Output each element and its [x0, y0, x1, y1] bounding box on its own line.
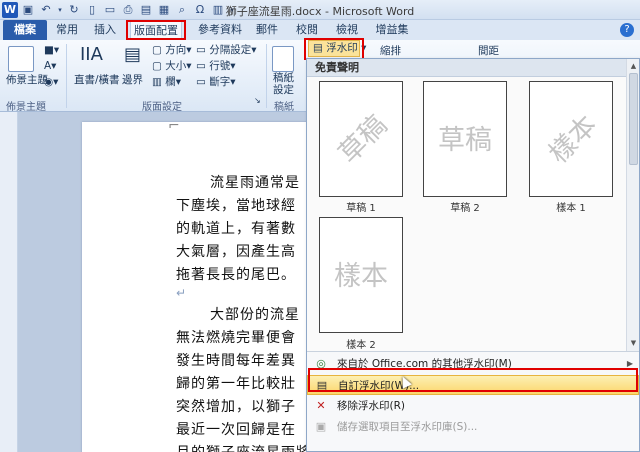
manuscript-group-label: 稿紙: [274, 102, 294, 113]
remove-watermark-icon: ✕: [316, 399, 326, 412]
remove-watermark-label: 移除浮水印(R): [337, 400, 405, 412]
doc-line[interactable]: 大部份的流星: [210, 304, 300, 328]
margin-corner-mark: ⌐: [168, 118, 180, 134]
watermark-draft-2[interactable]: 草稿: [423, 81, 507, 197]
save-gallery-icon: ▣: [315, 420, 327, 433]
more-watermarks-item[interactable]: ◎ 來自於 Office.com 的其他浮水印(M) ▶: [307, 354, 639, 374]
doc-line[interactable]: 大氣層，因產生高: [176, 241, 296, 265]
doc-line[interactable]: 拖著長長的尾巴。: [176, 264, 296, 288]
watermark-draft-2-label: 草稿 2: [450, 203, 480, 214]
themes-button-label[interactable]: 佈景主題: [6, 72, 48, 87]
watermark-sample-2-label: 樣本 2: [346, 340, 376, 351]
tab-view[interactable]: 檢視: [332, 20, 362, 40]
page-setup-group-label: 版面設定: [142, 102, 182, 113]
watermark-button[interactable]: ▤ 浮水印 ▾: [308, 40, 366, 57]
gallery-scrollbar[interactable]: ▲ ▼: [626, 59, 639, 351]
theme-fonts-icon[interactable]: A▾: [44, 60, 56, 72]
watermark-gallery-menu: 免責聲明 ▲ ▼ 草稿 草稿 1 草稿 草稿 2 樣本 樣本 1 樣本 樣本 2…: [306, 58, 640, 452]
watermark-draft-1[interactable]: 草稿: [319, 81, 403, 197]
scroll-down-icon[interactable]: ▼: [628, 338, 639, 349]
paragraph-mark-icon: ↵: [176, 286, 187, 300]
group-divider: [266, 44, 267, 108]
watermark-sample-1[interactable]: 樣本: [529, 81, 613, 197]
columns-button[interactable]: ▥ 欄▾: [152, 74, 181, 89]
scroll-up-icon[interactable]: ▲: [628, 61, 639, 72]
indent-label: 縮排: [380, 45, 401, 57]
hyphenation-label: 斷字: [209, 76, 231, 88]
margins-icon[interactable]: ▤: [124, 44, 141, 65]
doc-line[interactable]: 發生時間每年差異: [176, 350, 296, 374]
window-title: 獅子座流星雨.docx - Microsoft Word: [225, 5, 415, 18]
theme-colors-icon[interactable]: ■▾: [44, 44, 59, 56]
gallery-category-header: 免責聲明: [307, 59, 627, 77]
vertical-ruler: [0, 112, 18, 452]
hyphenation-button[interactable]: ▭ 斷字▾: [196, 74, 236, 89]
ribbon-tabs: 檔案 常用 插入 版面配置 參考資料 郵件 校閱 檢視 增益集 ?: [0, 20, 640, 40]
custom-watermark-item[interactable]: ▤ 自訂浮水印(W)...: [307, 375, 639, 395]
tab-review[interactable]: 校閱: [292, 20, 322, 40]
watermark-preview-text: 樣本: [543, 109, 604, 170]
line-numbers-label: 行號: [209, 60, 231, 72]
watermark-preview-text: 樣本: [334, 261, 388, 292]
watermark-label: 浮水印: [326, 42, 358, 54]
globe-icon: ◎: [316, 357, 326, 370]
doc-line[interactable]: 最近一次回歸是在: [176, 419, 296, 443]
watermark-sample-1-label: 樣本 1: [556, 203, 586, 214]
scroll-thumb[interactable]: [629, 73, 638, 165]
columns-label: 欄: [165, 76, 176, 88]
watermark-draft-1-label: 草稿 1: [346, 203, 376, 214]
themes-group-label: 佈景主題: [6, 102, 46, 113]
doc-line[interactable]: 無法燃燒完畢便會: [176, 327, 296, 351]
dialog-launcher-icon[interactable]: ↘: [254, 96, 261, 105]
size-button[interactable]: ▢ 大小▾: [152, 58, 192, 73]
watermark-preview-text: 草稿: [333, 109, 394, 170]
text-direction-label[interactable]: 直書/橫書: [74, 72, 120, 87]
doc-line[interactable]: 歸的第一年比較壯: [176, 373, 296, 397]
doc-line[interactable]: 突然增加，以獅子: [176, 396, 296, 420]
group-divider: [66, 44, 67, 108]
title-bar: W ▣ ↶ ▾ ↻ ▯ ▭ ⎙ ▤ ▦ ⌕ Ω ▥ ▾ 獅子座流星雨.docx …: [0, 0, 640, 20]
themes-icon[interactable]: [8, 46, 34, 72]
tab-home[interactable]: 常用: [52, 20, 82, 40]
margins-label[interactable]: 邊界: [122, 72, 143, 87]
submenu-arrow-icon: ▶: [626, 359, 633, 368]
more-watermarks-label: 來自於 Office.com 的其他浮水印(M): [337, 358, 512, 370]
tab-file[interactable]: 檔案: [3, 20, 47, 40]
watermark-preview-text: 草稿: [438, 125, 492, 156]
tab-addins[interactable]: 增益集: [372, 20, 412, 40]
tab-insert[interactable]: 插入: [90, 20, 120, 40]
tab-page-layout[interactable]: 版面配置: [130, 20, 182, 40]
doc-line[interactable]: 下塵埃，當地球經: [176, 195, 296, 219]
help-icon[interactable]: ?: [620, 23, 634, 37]
save-to-gallery-label: 儲存選取項目至浮水印庫(S)...: [337, 421, 478, 433]
manuscript-icon[interactable]: [272, 46, 294, 72]
doc-line[interactable]: 的軌道上，有著數: [176, 218, 296, 242]
text-direction-icon[interactable]: IIA: [80, 44, 103, 65]
breaks-button[interactable]: ▭ 分隔設定▾: [196, 42, 257, 57]
doc-line[interactable]: 流星雨通常是: [210, 172, 300, 196]
watermark-sample-2[interactable]: 樣本: [319, 217, 403, 333]
orientation-button[interactable]: ▢ 方向▾: [152, 42, 192, 57]
orientation-label: 方向: [165, 44, 187, 56]
tab-mailings[interactable]: 郵件: [252, 20, 282, 40]
line-numbers-button[interactable]: ▭ 行號▾: [196, 58, 236, 73]
custom-watermark-icon: ▤: [316, 379, 328, 392]
remove-watermark-item[interactable]: ✕ 移除浮水印(R): [307, 396, 639, 416]
size-label: 大小: [165, 60, 187, 72]
breaks-label: 分隔設定: [209, 44, 252, 56]
spacing-label: 間距: [478, 45, 499, 57]
theme-effects-icon[interactable]: ◉▾: [44, 76, 58, 88]
watermark-icon: ▤: [313, 42, 323, 54]
save-to-gallery-item[interactable]: ▣ 儲存選取項目至浮水印庫(S)...: [307, 417, 639, 437]
manuscript-settings-label[interactable]: 稿紙 設定: [273, 72, 294, 96]
tab-references[interactable]: 參考資料: [194, 20, 246, 40]
watermark-commands: ◎ 來自於 Office.com 的其他浮水印(M) ▶ ▤ 自訂浮水印(W).…: [307, 351, 639, 451]
